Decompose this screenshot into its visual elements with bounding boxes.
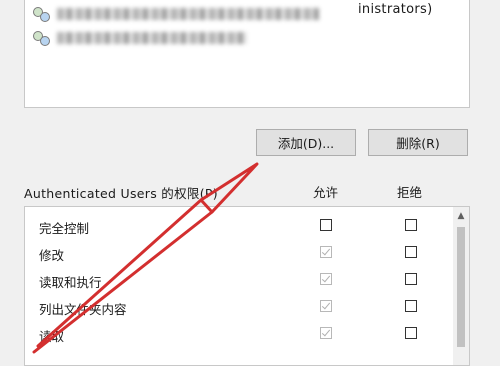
redacted-name: [57, 8, 319, 20]
principal-row[interactable]: [31, 5, 319, 23]
users-icon: [31, 6, 51, 22]
redacted-name: [57, 32, 247, 44]
allow-checkbox[interactable]: [320, 273, 332, 285]
scroll-up-icon[interactable]: ▲: [453, 209, 469, 223]
permission-row: 列出文件夹内容: [25, 295, 455, 321]
allow-checkbox[interactable]: [320, 327, 332, 339]
scroll-thumb[interactable]: [457, 227, 465, 347]
vertical-scrollbar[interactable]: ▲: [453, 207, 469, 365]
principal-row[interactable]: [31, 29, 247, 47]
permission-row: 读取: [25, 322, 455, 348]
allow-checkbox[interactable]: [320, 300, 332, 312]
deny-column-header: 拒绝: [397, 185, 423, 200]
permission-row: 修改: [25, 241, 455, 267]
permission-name: 列出文件夹内容: [39, 302, 127, 317]
permission-row: 读取和执行: [25, 268, 455, 294]
allow-column-header: 允许: [313, 185, 339, 200]
group-user-names-list[interactable]: inistrators): [24, 0, 470, 108]
permissions-list: 完全控制 修改 读取和执行 列出文件夹内容 读取 ▲: [24, 206, 470, 366]
permission-name: 读取: [39, 329, 65, 344]
permissions-label: Authenticated Users 的权限(P): [24, 186, 218, 201]
deny-checkbox[interactable]: [405, 300, 417, 312]
principal-suffix: inistrators): [358, 2, 433, 17]
deny-checkbox[interactable]: [405, 273, 417, 285]
permission-name: 完全控制: [39, 221, 90, 236]
deny-checkbox[interactable]: [405, 246, 417, 258]
add-button[interactable]: 添加(D)...: [256, 129, 356, 156]
users-icon: [31, 30, 51, 46]
deny-checkbox[interactable]: [405, 327, 417, 339]
allow-checkbox[interactable]: [320, 246, 332, 258]
permission-name: 修改: [39, 248, 65, 263]
allow-checkbox[interactable]: [320, 219, 332, 231]
remove-button[interactable]: 删除(R): [368, 129, 468, 156]
permission-name: 读取和执行: [39, 275, 102, 290]
permission-row: 完全控制: [25, 214, 455, 240]
deny-checkbox[interactable]: [405, 219, 417, 231]
